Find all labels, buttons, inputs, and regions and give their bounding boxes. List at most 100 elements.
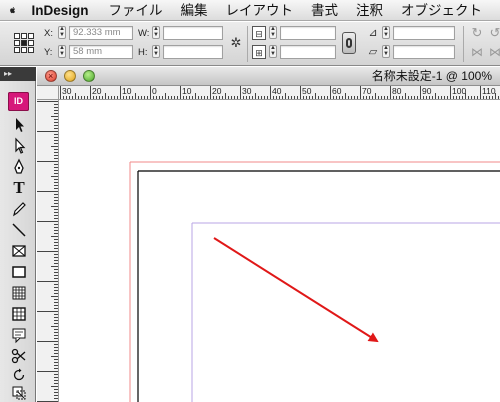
frame-grid-tool-icon[interactable] <box>10 305 28 323</box>
constrain-scale-button[interactable] <box>342 32 356 54</box>
w-stepper[interactable]: ▲ ▼ <box>152 26 160 39</box>
scale-y-icon: ⊞ <box>252 45 266 59</box>
y-stepper[interactable]: ▲ ▼ <box>58 45 66 58</box>
ruler-tick <box>456 96 457 99</box>
ruler-tick <box>309 96 310 99</box>
ruler-tick <box>37 371 58 372</box>
ruler-label: 10 <box>122 86 132 96</box>
ruler-tick <box>54 194 58 195</box>
ruler-tick <box>51 266 58 267</box>
menu-type[interactable]: 書式 <box>311 0 338 20</box>
y-position-field[interactable]: 58 mm <box>69 45 133 59</box>
scale-tool-icon[interactable] <box>10 384 28 402</box>
horizontal-grid-tool-icon[interactable] <box>10 284 28 302</box>
ruler-tick <box>354 96 355 99</box>
arrow-line-object[interactable] <box>213 237 379 343</box>
x-position-field[interactable]: 92.333 mm <box>69 26 133 40</box>
rectangle-frame-tool-icon[interactable] <box>10 242 28 260</box>
menu-file[interactable]: ファイル <box>109 0 163 20</box>
minimize-window-button[interactable] <box>64 70 76 82</box>
ruler-tick <box>204 96 205 99</box>
menu-layout[interactable]: レイアウト <box>226 0 294 20</box>
note-tool-icon[interactable] <box>10 326 28 344</box>
scale-x-field[interactable] <box>280 26 336 40</box>
ruler-tick <box>51 296 58 297</box>
scale-x-stepper[interactable]: ▲ ▼ <box>269 26 277 39</box>
shear-field[interactable] <box>393 45 455 59</box>
ruler-tick <box>396 96 397 99</box>
ruler-tick <box>378 96 379 99</box>
ruler-tick <box>54 140 58 141</box>
rotate-counterclockwise-icon[interactable]: ↺ <box>488 26 500 40</box>
ruler-label: 40 <box>272 86 282 96</box>
ruler-tick <box>252 96 253 99</box>
ruler-tick <box>210 86 211 99</box>
ruler-tick <box>408 96 409 99</box>
ruler-tick <box>66 96 67 99</box>
x-stepper[interactable]: ▲ ▼ <box>58 26 66 39</box>
ruler-tick <box>54 278 58 279</box>
ruler-tick <box>228 96 229 99</box>
scale-y-field[interactable] <box>280 45 336 59</box>
rectangle-tool-icon[interactable] <box>10 263 28 281</box>
ruler-tick <box>54 167 58 168</box>
ruler-tick <box>54 377 58 378</box>
selection-tool-icon[interactable] <box>10 116 28 134</box>
rotate-clockwise-icon[interactable]: ↻ <box>470 26 484 40</box>
indesign-logo: ID <box>8 92 29 111</box>
rotation-field[interactable] <box>393 26 455 40</box>
ruler-tick <box>261 96 262 99</box>
width-field[interactable] <box>163 26 223 40</box>
ruler-tick <box>54 173 58 174</box>
horizontal-ruler[interactable]: 3020100102030405060708090100110120130 <box>59 86 500 100</box>
direct-selection-tool-icon[interactable] <box>10 137 28 155</box>
ruler-tick <box>51 356 58 357</box>
document-canvas[interactable] <box>59 100 500 402</box>
pen-tool-icon[interactable] <box>10 158 28 176</box>
ruler-tick <box>462 96 463 99</box>
flip-vertical-icon[interactable]: ⋈ <box>488 45 500 59</box>
ruler-tick <box>360 86 361 99</box>
apple-menu-icon[interactable] <box>10 2 16 18</box>
zoom-window-button[interactable] <box>83 70 95 82</box>
reference-point-locator[interactable] <box>14 33 34 53</box>
rotation-stepper[interactable]: ▲ ▼ <box>382 26 390 39</box>
h-stepper[interactable]: ▲ ▼ <box>152 45 160 58</box>
ruler-tick <box>54 200 58 201</box>
line-tool-icon[interactable] <box>10 221 28 239</box>
ruler-tick <box>51 116 58 117</box>
ruler-tick <box>54 347 58 348</box>
rotate-tool-icon[interactable] <box>10 366 28 384</box>
scissors-tool-icon[interactable] <box>10 347 28 365</box>
ruler-tick <box>54 119 58 120</box>
menu-object[interactable]: オブジェクト <box>401 0 482 20</box>
ruler-tick <box>54 380 58 381</box>
toolbox-collapse-bar[interactable]: ▸▸ <box>0 67 36 81</box>
ruler-tick <box>126 96 127 99</box>
scale-y-stepper[interactable]: ▲ ▼ <box>269 45 277 58</box>
ruler-label: 20 <box>92 86 102 96</box>
ruler-tick <box>54 212 58 213</box>
ruler-tick <box>54 275 58 276</box>
ruler-tick <box>369 96 370 99</box>
pencil-tool-icon[interactable] <box>10 200 28 218</box>
flip-horizontal-icon[interactable]: ⋈ <box>470 45 484 59</box>
ruler-tick <box>60 86 61 99</box>
menu-notes[interactable]: 注釈 <box>356 0 383 20</box>
height-field[interactable] <box>163 45 223 59</box>
ruler-tick <box>303 96 304 99</box>
ruler-tick <box>54 287 58 288</box>
ruler-tick <box>351 96 352 99</box>
menu-app-name[interactable]: InDesign <box>31 0 88 20</box>
constrain-proportions-icon[interactable]: ✲ <box>229 36 243 50</box>
close-window-button[interactable]: × <box>45 70 57 82</box>
ruler-tick <box>414 96 415 99</box>
ruler-tick <box>37 281 58 282</box>
ruler-tick <box>54 392 58 393</box>
ruler-tick <box>54 362 58 363</box>
ruler-origin-corner[interactable] <box>37 86 59 100</box>
menu-edit[interactable]: 編集 <box>181 0 208 20</box>
vertical-ruler[interactable] <box>37 100 59 402</box>
type-tool-icon[interactable]: T <box>10 179 28 197</box>
shear-stepper[interactable]: ▲ ▼ <box>382 45 390 58</box>
